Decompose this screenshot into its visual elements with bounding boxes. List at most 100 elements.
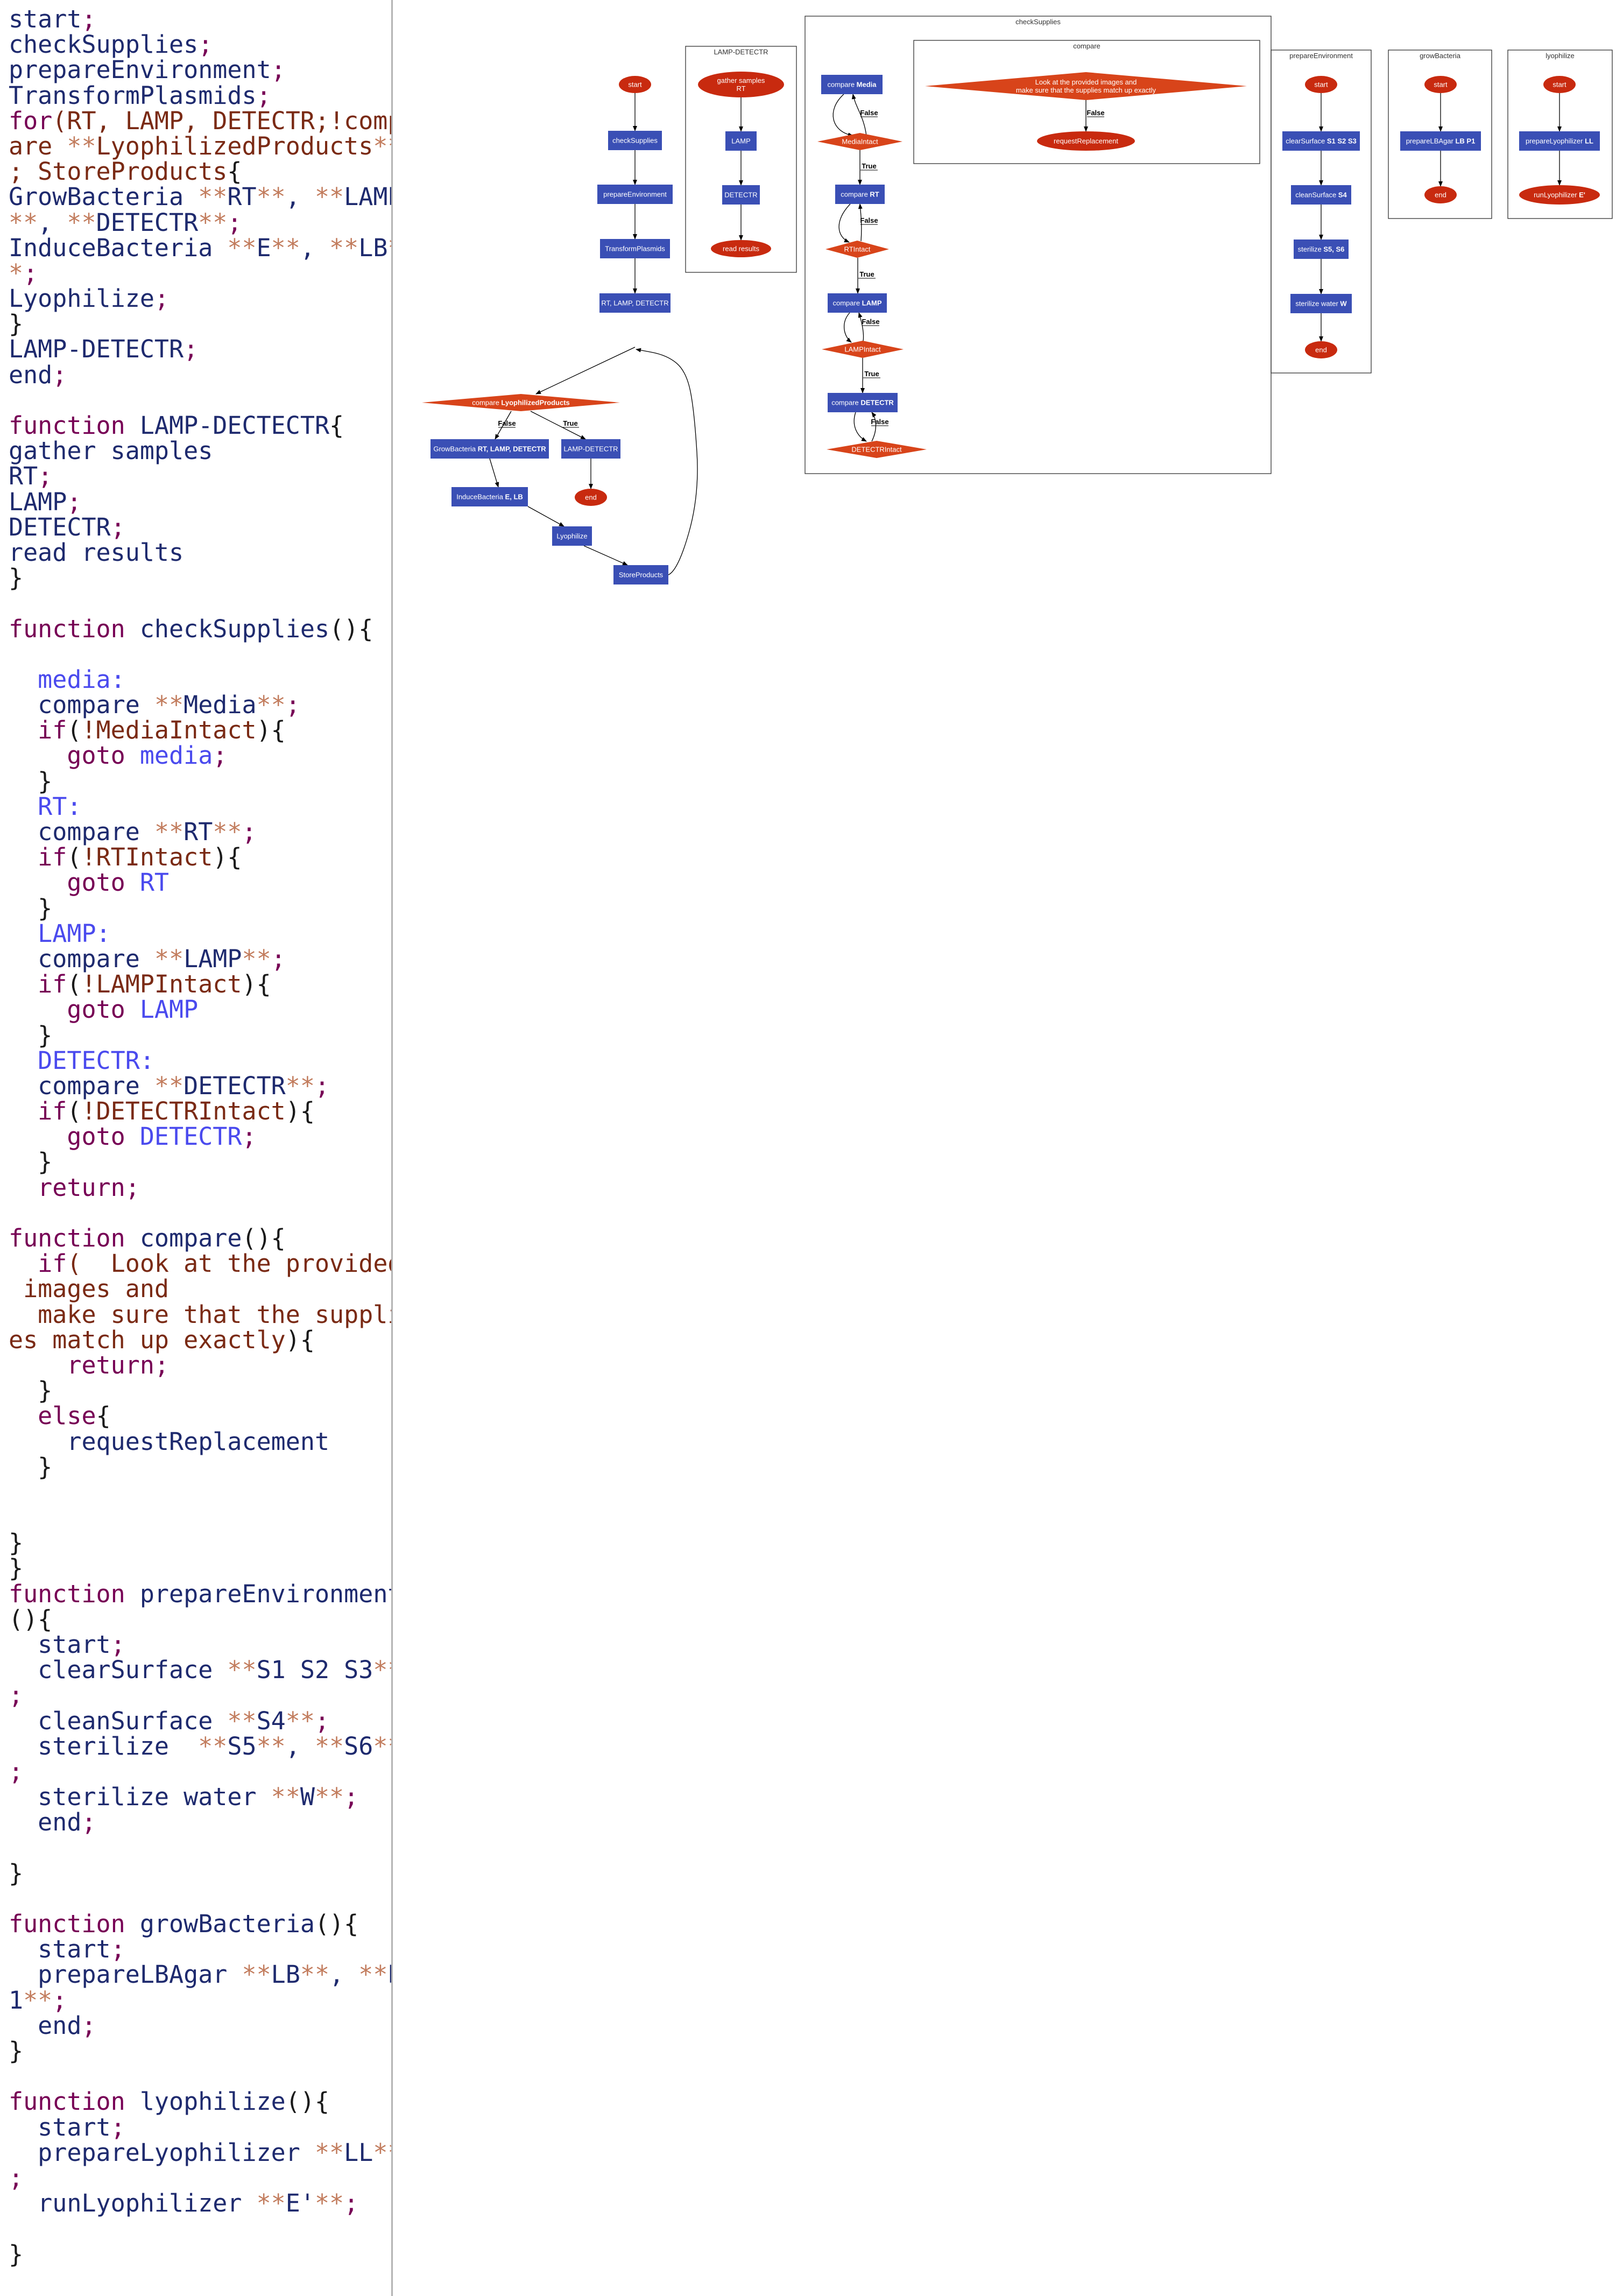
node-cmp-look[interactable]: Look at the provided images and make sure… — [925, 72, 1247, 100]
code-line[interactable]: if(!LAMPIntact){ — [9, 971, 392, 997]
code-line[interactable]: } — [9, 2241, 392, 2267]
code-line[interactable]: compare **RT**; — [9, 819, 392, 844]
code-line[interactable]: LAMP-DETECTR; — [9, 336, 392, 362]
code-line[interactable]: sterilize water **W**; — [9, 1784, 392, 1809]
code-line[interactable]: clearSurface **S1 S2 S3** — [9, 1657, 392, 1682]
code-line[interactable]: prepareLyophilizer **LL** — [9, 2140, 392, 2165]
code-line[interactable]: prepareLBAgar **LB**, **P — [9, 1962, 392, 1987]
code-line[interactable]: requestReplacement — [9, 1428, 392, 1454]
code-line[interactable]: goto media; — [9, 743, 392, 768]
code-line[interactable]: function checkSupplies(){ — [9, 616, 392, 642]
code-line[interactable]: media: — [9, 667, 392, 692]
node-ld-detectr[interactable]: DETECTR — [722, 185, 760, 205]
node-cs-rt[interactable]: compare RT — [835, 185, 885, 204]
code-line[interactable]: } — [9, 1454, 392, 1480]
code-line[interactable]: Lyophilize; — [9, 286, 392, 311]
code-line[interactable]: goto LAMP — [9, 997, 392, 1022]
code-line[interactable]: prepareEnvironment; — [9, 57, 392, 82]
code-line[interactable]: ; StoreProducts{ — [9, 159, 392, 184]
code-line[interactable]: end; — [9, 2013, 392, 2038]
code-line[interactable]: if(!MediaIntact){ — [9, 717, 392, 743]
code-line[interactable]: ; — [9, 2165, 392, 2191]
node-m-lyophilize[interactable]: Lyophilize — [552, 526, 592, 546]
code-line[interactable]: return; — [9, 1353, 392, 1378]
node-m-lampdetectr[interactable]: LAMP-DETECTR — [561, 439, 620, 459]
code-line[interactable]: if(!DETECTRIntact){ — [9, 1098, 392, 1124]
code-line[interactable]: cleanSurface **S4**; — [9, 1708, 392, 1734]
code-line[interactable]: } — [9, 895, 392, 921]
node-pe-start[interactable]: start — [1305, 76, 1337, 93]
node-m-end[interactable]: end — [575, 489, 607, 506]
code-line[interactable]: RT; — [9, 463, 392, 489]
code-line[interactable] — [9, 1886, 392, 1911]
code-line[interactable]: GrowBacteria **RT**, **LAMP — [9, 184, 392, 209]
code-line[interactable]: if( Look at the provided — [9, 1251, 392, 1276]
code-line[interactable]: start; — [9, 1632, 392, 1657]
node-ly-run[interactable]: runLyophilizer E' — [1519, 185, 1600, 205]
node-gb-start[interactable]: start — [1424, 76, 1457, 93]
code-line[interactable]: } — [9, 1378, 392, 1403]
code-line[interactable]: function lyophilize(){ — [9, 2089, 392, 2114]
node-cmp-request[interactable]: requestReplacement — [1037, 131, 1135, 151]
node-ly-start[interactable]: start — [1543, 76, 1576, 93]
code-line[interactable]: ; — [9, 1759, 392, 1784]
code-line[interactable]: } — [9, 769, 392, 794]
code-line[interactable]: return; — [9, 1175, 392, 1200]
node-m-store[interactable]: StoreProducts — [613, 565, 668, 584]
code-line[interactable]: goto DETECTR; — [9, 1124, 392, 1149]
code-line[interactable]: sterilize **S5**, **S6** — [9, 1734, 392, 1759]
code-line[interactable]: LAMP: — [9, 921, 392, 946]
node-pe-clear[interactable]: clearSurface S1 S2 S3 — [1282, 131, 1360, 151]
code-line[interactable] — [9, 2063, 392, 2089]
node-m-compare[interactable]: compare LyophilizedProducts — [422, 394, 620, 411]
node-ld-gather[interactable]: gather samples RT — [698, 72, 784, 97]
code-line[interactable]: ; — [9, 1682, 392, 1708]
code-line[interactable]: } — [9, 311, 392, 336]
code-line[interactable]: gather samples — [9, 438, 392, 463]
node-pe-sterilize[interactable]: sterilize S5, S6 — [1294, 240, 1349, 259]
code-line[interactable]: start; — [9, 2114, 392, 2140]
code-line[interactable]: function compare(){ — [9, 1226, 392, 1251]
code-line[interactable] — [9, 1200, 392, 1226]
node-cs-rtintact[interactable]: RTIntact — [825, 241, 889, 258]
code-line[interactable]: if(!RTIntact){ — [9, 844, 392, 870]
code-line[interactable] — [9, 590, 392, 616]
code-line[interactable]: 1**; — [9, 1988, 392, 2013]
code-line[interactable]: end; — [9, 1809, 392, 1835]
code-text[interactable]: start; checkSupplies; prepareEnvironment; T… — [9, 6, 392, 2267]
node-cs-detectrintact[interactable]: DETECTRIntact — [827, 441, 927, 458]
code-line[interactable]: runLyophilizer **E'**; — [9, 2191, 392, 2216]
node-m-checksupplies[interactable]: checkSupplies — [608, 131, 662, 150]
code-line[interactable]: TransformPlasmids; — [9, 82, 392, 108]
code-line[interactable]: } — [9, 1555, 392, 1581]
node-m-start[interactable]: start — [619, 76, 651, 93]
code-line[interactable]: are **LyophilizedProducts** — [9, 133, 392, 159]
node-cs-lampintact[interactable]: LAMPIntact — [822, 341, 904, 358]
code-line[interactable]: function LAMP-DECTECTR{ — [9, 413, 392, 438]
code-line[interactable]: images and — [9, 1276, 392, 1301]
code-line[interactable]: make sure that the suppli — [9, 1301, 392, 1327]
node-m-grow[interactable]: GrowBacteria RT, LAMP, DETECTR — [431, 439, 549, 459]
code-line[interactable]: end; — [9, 362, 392, 388]
code-line[interactable]: start; — [9, 1936, 392, 1962]
code-line[interactable] — [9, 642, 392, 667]
code-line[interactable]: *; — [9, 260, 392, 286]
node-ld-read[interactable]: read results — [711, 240, 771, 257]
code-line[interactable]: RT: — [9, 794, 392, 819]
code-line[interactable]: start; — [9, 6, 392, 32]
node-cs-media[interactable]: compare Media — [821, 75, 883, 94]
code-line[interactable]: DETECTR; — [9, 515, 392, 540]
code-line[interactable]: } — [9, 2038, 392, 2063]
code-line[interactable]: compare **LAMP**; — [9, 946, 392, 971]
node-pe-water[interactable]: sterilize water W — [1290, 294, 1352, 313]
code-line[interactable]: function growBacteria(){ — [9, 1911, 392, 1936]
node-ly-prepare[interactable]: prepareLyophilizer LL — [1519, 131, 1600, 151]
code-line[interactable]: es match up exactly){ — [9, 1327, 392, 1353]
code-line[interactable] — [9, 2216, 392, 2241]
node-gb-prepare[interactable]: prepareLBAgar LB P1 — [1400, 131, 1481, 151]
code-line[interactable]: } — [9, 1149, 392, 1174]
code-line[interactable] — [9, 1480, 392, 1505]
node-cs-lamp[interactable]: compare LAMP — [828, 293, 887, 313]
code-line[interactable]: InduceBacteria **E**, **LB* — [9, 235, 392, 260]
node-gb-end[interactable]: end — [1424, 186, 1457, 203]
